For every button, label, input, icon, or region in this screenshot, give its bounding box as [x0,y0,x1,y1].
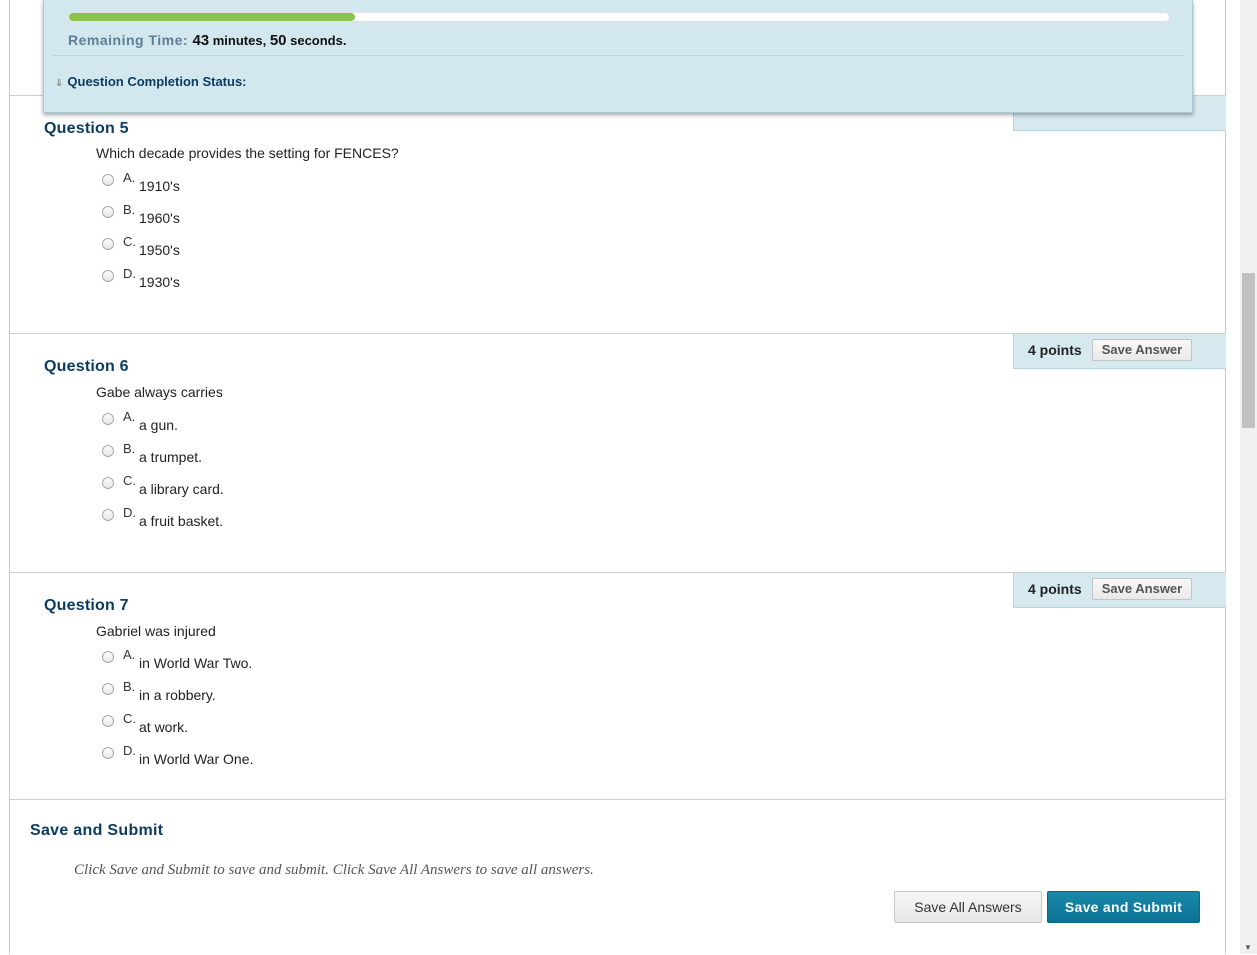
page-scrollbar[interactable]: ▼ [1240,0,1257,954]
option-letter: D. [123,266,136,281]
minutes-value: 43 [192,32,210,49]
option-letter: A. [123,647,136,662]
option-label[interactable]: in World War One. [139,751,253,767]
completion-status-toggle[interactable]: ⇓ Question Completion Status: [55,74,247,89]
option-letter: D. [123,505,136,520]
option-letter: A. [123,170,136,185]
time-progress-fill [69,13,355,21]
option-radio[interactable] [102,477,114,489]
option-label[interactable]: a gun. [139,417,178,433]
double-chevron-down-icon[interactable]: ⇓ [55,78,63,89]
question-text: Which decade provides the setting for FE… [96,145,399,161]
option-letter: D. [123,743,136,758]
option-label[interactable]: 1930's [139,274,180,290]
time-progress-bar [68,12,1170,22]
remaining-time: Remaining Time: 43 minutes, 50 seconds. [68,32,346,49]
save-answer-button[interactable]: Save Answer [1092,339,1192,361]
option-label[interactable]: 1960's [139,210,180,226]
completion-status-label[interactable]: Question Completion Status: [67,74,246,89]
option-radio[interactable] [102,747,114,759]
option-radio[interactable] [102,445,114,457]
save-all-answers-button[interactable]: Save All Answers [894,891,1042,923]
remaining-time-label: Remaining Time: [68,32,189,48]
timer-divider [52,55,1184,56]
save-answer-button[interactable]: Save Answer [1092,578,1192,600]
question-text: Gabriel was injured [96,623,216,639]
question-points: 4 points [1028,581,1082,597]
option-label[interactable]: in World War Two. [139,655,252,671]
option-letter: B. [123,441,136,456]
timer-panel: Remaining Time: 43 minutes, 50 seconds. … [43,0,1193,113]
option-letter: A. [123,409,136,424]
submit-section-title: Save and Submit [30,822,164,839]
submit-instructions: Click Save and Submit to save and submit… [74,862,594,878]
option-letter: B. [123,202,136,217]
option-radio[interactable] [102,509,114,521]
question-text: Gabe always carries [96,384,223,400]
option-radio[interactable] [102,270,114,282]
option-letter: C. [123,711,136,726]
save-and-submit-button[interactable]: Save and Submit [1047,891,1200,923]
scrollbar-thumb[interactable] [1242,273,1255,428]
option-letter: C. [123,234,136,249]
question-title: Question 7 [44,597,129,614]
minutes-unit: minutes, [209,33,270,48]
question-7-points-bar: 4 points Save Answer [1013,573,1226,608]
save-and-submit-section: Save and Submit Click Save and Submit to… [10,799,1226,955]
option-label[interactable]: a fruit basket. [139,513,223,529]
option-label[interactable]: at work. [139,719,188,735]
question-7-block: 4 points Save Answer Question 7 Gabriel … [10,572,1226,800]
option-label[interactable]: a library card. [139,481,224,497]
option-letter: C. [123,473,136,488]
seconds-value: 50 [269,32,287,49]
seconds-unit: seconds. [286,33,347,48]
option-label[interactable]: a trumpet. [139,449,202,465]
option-radio[interactable] [102,238,114,250]
question-6-block: 4 points Save Answer Question 6 Gabe alw… [10,333,1226,573]
option-label[interactable]: in a robbery. [139,687,216,703]
option-radio[interactable] [102,651,114,663]
question-6-points-bar: 4 points Save Answer [1013,334,1226,369]
option-label[interactable]: 1910's [139,178,180,194]
remaining-time-value: 43 minutes, 50 seconds. [192,32,347,49]
test-content: Question 5 Which decade provides the set… [9,0,1226,954]
option-radio[interactable] [102,715,114,727]
question-title: Question 5 [44,120,129,137]
option-radio[interactable] [102,174,114,186]
option-letter: B. [123,679,136,694]
option-radio[interactable] [102,206,114,218]
question-title: Question 6 [44,358,129,375]
question-points: 4 points [1028,342,1082,358]
option-radio[interactable] [102,683,114,695]
option-radio[interactable] [102,413,114,425]
option-label[interactable]: 1950's [139,242,180,258]
question-5-block: Question 5 Which decade provides the set… [10,95,1226,334]
scroll-down-arrow-icon[interactable]: ▼ [1244,943,1252,952]
